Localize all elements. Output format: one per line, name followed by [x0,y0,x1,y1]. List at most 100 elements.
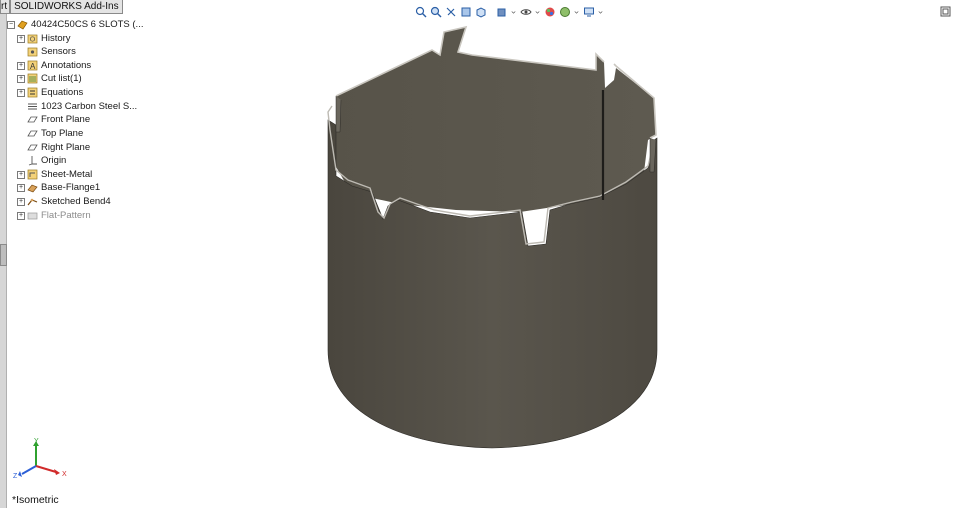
tree-item-base-flange1[interactable]: + Base-Flange1 [17,181,100,194]
restore-icon [940,6,951,17]
sensors-folder-icon [27,46,38,57]
triad-z-axis [21,465,37,475]
tree-item-label: Equations [41,87,84,98]
plane-icon [27,128,38,139]
heads-up-view-toolbar [414,5,604,19]
tree-item-label: Sketched Bend4 [41,196,111,207]
part-inner-wall [332,27,656,212]
sketched-bend-icon [27,196,38,207]
tree-item-history[interactable]: + History [17,32,71,45]
zoom-to-area-button[interactable] [429,6,442,19]
tree-item-annotations[interactable]: + A Annotations [17,59,91,72]
tree-root-label: 40424C50CS 6 SLOTS (... [31,19,144,30]
part-icon [17,19,28,30]
chevron-down-icon [598,11,603,14]
apply-scene-button[interactable] [558,6,571,19]
expand-toggle[interactable]: − [7,20,15,29]
tree-item-top-plane[interactable]: Top Plane [27,127,83,140]
chevron-down-icon [574,11,579,14]
reference-triad: Y X Z [13,438,67,480]
expand-toggle[interactable]: + [17,88,25,97]
tree-item-right-plane[interactable]: Right Plane [27,141,90,154]
triad-x-label: X [62,471,67,478]
zoom-to-fit-icon [415,6,426,18]
edit-appearance-button[interactable] [543,6,556,19]
expand-toggle[interactable]: + [17,211,25,220]
restore-window-button[interactable] [940,6,951,17]
tab-solidworks-addins[interactable]: SOLIDWORKS Add-Ins [10,0,123,14]
tree-item-label: Flat-Pattern [41,210,91,221]
triad-x-axis [35,465,57,473]
dropdown-arrow-button[interactable] [534,6,541,19]
tree-item-label: Annotations [41,60,92,71]
dropdown-arrow-button[interactable] [597,6,604,19]
tree-item-material[interactable]: 1023 Carbon Steel S... [27,100,137,113]
expand-toggle[interactable]: + [17,74,25,83]
plane-icon [27,142,38,153]
tree-item-sheet-metal[interactable]: + Sheet-Metal [17,168,92,181]
base-flange-icon [27,182,38,193]
previous-view-button[interactable] [444,6,457,19]
section-view-icon [461,7,470,17]
tree-item-equations[interactable]: + Equations [17,86,83,99]
sheet-metal-icon [27,169,38,180]
view-orientation-label: *Isometric [12,494,59,506]
triad-z-arrow [18,471,22,477]
tree-item-label: 1023 Carbon Steel S... [41,101,138,112]
annotations-icon: A [27,60,38,71]
history-folder-icon [27,33,38,44]
expand-toggle[interactable]: + [17,170,25,179]
material-icon [27,101,38,112]
svg-text:A: A [30,62,36,71]
previous-view-icon [446,7,455,17]
tree-item-sensors[interactable]: Sensors [27,45,76,58]
panel-collapse-handle[interactable] [0,244,7,266]
expand-toggle[interactable]: + [17,183,25,192]
tree-item-flat-pattern[interactable]: + Flat-Pattern [17,209,91,222]
dropdown-arrow-button[interactable] [573,6,580,19]
display-style-icon [497,8,505,17]
tree-root[interactable]: − 40424C50CS 6 SLOTS (... [7,18,143,31]
tree-item-label: Origin [41,155,67,166]
dropdown-arrow-button[interactable] [510,6,517,19]
chevron-down-icon [511,11,516,14]
command-manager-tabs: rt SOLIDWORKS Add-Ins [0,0,123,14]
tree-item-sketched-bend4[interactable]: + Sketched Bend4 [17,195,111,208]
tree-item-label: History [41,33,71,44]
tree-item-cut-list[interactable]: + Cut list(1) [17,72,82,85]
eye-icon [519,9,532,15]
triad-y-label: Y [34,438,39,445]
scene-icon [559,7,570,17]
chevron-down-icon [535,11,540,14]
graphics-area[interactable] [0,0,960,508]
view-settings-button[interactable] [582,6,595,19]
origin-icon [27,155,38,166]
section-view-button[interactable] [459,6,472,19]
tree-item-label: Top Plane [41,128,84,139]
expand-toggle[interactable]: + [17,61,25,70]
flat-pattern-icon [27,210,38,221]
triad-z-label: Z [13,473,18,480]
plane-icon [27,114,38,125]
tree-item-front-plane[interactable]: Front Plane [27,113,90,126]
equations-icon [27,87,38,98]
tree-item-label: Cut list(1) [41,73,82,84]
cut-list-icon [27,73,38,84]
monitor-icon [583,7,594,17]
part-slot-left [335,96,342,133]
zoom-to-fit-button[interactable] [414,6,427,19]
display-style-button[interactable] [495,6,508,19]
expand-toggle[interactable]: + [17,34,25,43]
zoom-to-area-icon [430,6,441,18]
expand-toggle[interactable]: + [17,197,25,206]
view-orientation-button[interactable] [474,6,487,19]
tree-item-label: Sheet-Metal [41,169,93,180]
tree-item-label: Sensors [41,46,76,57]
tree-item-label: Base-Flange1 [41,182,101,193]
view-orientation-icon [476,7,485,18]
hide-show-items-button[interactable] [519,6,532,19]
tree-item-label: Right Plane [41,142,91,153]
appearance-sphere-icon [545,7,554,17]
tree-item-origin[interactable]: Origin [27,154,66,167]
tab-partial[interactable]: rt [0,0,11,14]
